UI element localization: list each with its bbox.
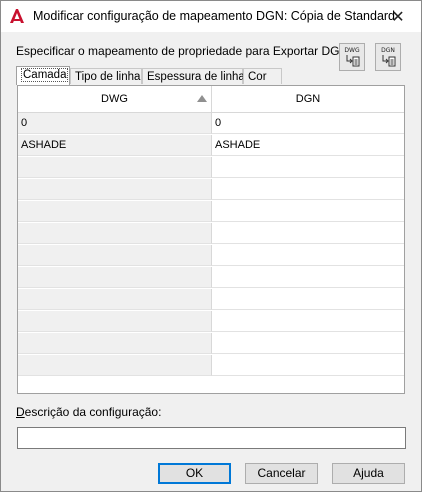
cancel-button[interactable]: Cancelar [245, 463, 318, 484]
dgn-cell [212, 201, 404, 222]
table-row [18, 333, 404, 355]
table-row[interactable]: ASHADE ASHADE [18, 135, 404, 157]
column-header-dgn[interactable]: DGN [212, 86, 404, 113]
tab-camada[interactable]: Camada [16, 66, 70, 85]
table-row [18, 179, 404, 201]
dgn-cell [212, 267, 404, 288]
dgn-cell [212, 355, 404, 376]
tab-label: Camada [21, 68, 69, 82]
dgn-cell [212, 223, 404, 244]
close-icon: ✕ [391, 8, 405, 26]
dwg-cell [18, 267, 212, 288]
dwg-button-label: DWG [344, 47, 360, 54]
table-row [18, 201, 404, 223]
mapping-grid: DWG DGN 0 0 ASHADE ASHADE [17, 85, 405, 394]
dwg-cell [18, 311, 212, 332]
description-label-text: escrição da configuração: [24, 405, 162, 419]
dgn-cell[interactable]: ASHADE [212, 135, 404, 156]
sort-ascending-icon [197, 95, 207, 102]
table-row [18, 245, 404, 267]
tab-label: Tipo de linha [75, 71, 141, 83]
dgn-button-label: DGN [381, 47, 395, 54]
dgn-cell [212, 157, 404, 178]
dgn-cell[interactable]: 0 [212, 113, 404, 134]
dwg-cell [18, 179, 212, 200]
dgn-cell [212, 311, 404, 332]
tab-label: Cor [248, 71, 267, 83]
description-input[interactable] [17, 427, 406, 449]
table-row [18, 289, 404, 311]
dgn-cell [212, 245, 404, 266]
dialog-window: Modificar configuração de mapeamento DGN… [0, 0, 422, 492]
tab-espessura-de-linha[interactable]: Espessura de linha [142, 68, 245, 84]
table-row [18, 267, 404, 289]
close-button[interactable]: ✕ [375, 1, 421, 32]
dwg-cell [18, 289, 212, 310]
table-row [18, 223, 404, 245]
dwg-cell [18, 201, 212, 222]
window-title: Modificar configuração de mapeamento DGN… [33, 9, 396, 23]
table-row[interactable]: 0 0 [18, 113, 404, 135]
dwg-mapping-button[interactable]: DWG [339, 43, 365, 71]
help-button[interactable]: Ajuda [332, 463, 405, 484]
column-header-label: DWG [101, 93, 128, 105]
title-bar: Modificar configuração de mapeamento DGN… [1, 1, 421, 32]
map-arrow-icon [382, 55, 396, 67]
autocad-logo-icon [9, 8, 25, 24]
dwg-cell [18, 333, 212, 354]
dgn-mapping-button[interactable]: DGN [375, 43, 401, 71]
dwg-cell [18, 157, 212, 178]
dwg-cell: 0 [18, 113, 212, 134]
instruction-text: Especificar o mapeamento de propriedade … [16, 44, 349, 58]
table-row [18, 311, 404, 333]
description-label-mnemonic: D [16, 405, 25, 419]
table-row [18, 355, 404, 377]
table-row [18, 157, 404, 179]
dwg-cell [18, 223, 212, 244]
ok-button[interactable]: OK [158, 463, 231, 484]
column-header-label: DGN [295, 93, 321, 105]
dwg-cell: ASHADE [18, 135, 212, 156]
dwg-cell [18, 245, 212, 266]
map-arrow-icon [346, 55, 360, 67]
dgn-cell [212, 289, 404, 310]
column-header-dwg[interactable]: DWG [18, 86, 212, 113]
tab-cor[interactable]: Cor [243, 68, 282, 84]
dgn-cell [212, 333, 404, 354]
dwg-cell [18, 355, 212, 376]
tab-label: Espessura de linha [147, 71, 245, 83]
description-label: Descrição da configuração: [16, 405, 161, 419]
dgn-cell [212, 179, 404, 200]
tab-tipo-de-linha[interactable]: Tipo de linha [70, 68, 142, 84]
